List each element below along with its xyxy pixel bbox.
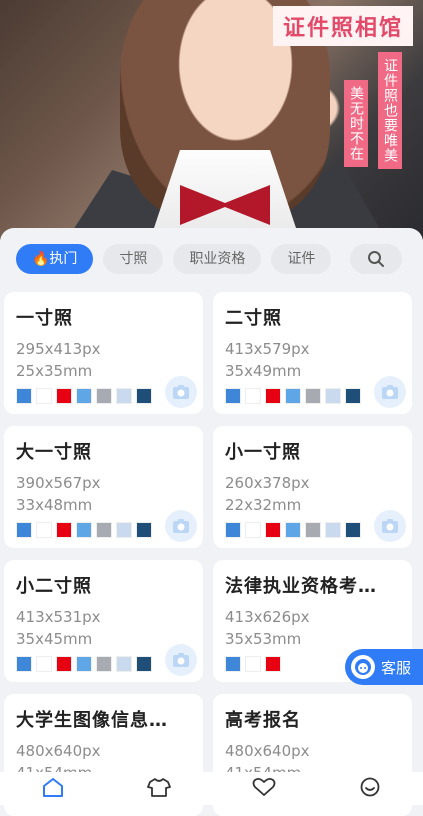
color-swatch[interactable] (265, 656, 281, 672)
spec-mm-size: 35x45mm (16, 630, 93, 648)
color-swatch[interactable] (56, 388, 72, 404)
spec-pixel-size: 413x579px (225, 340, 310, 358)
customer-service-label: 客服 (381, 658, 412, 677)
tshirt-icon (146, 778, 171, 797)
color-swatch[interactable] (136, 522, 152, 538)
smiley-icon (360, 777, 380, 797)
color-swatch[interactable] (305, 388, 321, 404)
spec-mm-size: 35x49mm (225, 362, 302, 380)
spec-pixel-size: 390x567px (16, 474, 101, 492)
spec-pixel-size: 413x531px (16, 608, 101, 626)
color-swatch[interactable] (16, 388, 32, 404)
color-swatch[interactable] (76, 656, 92, 672)
spec-pixel-size: 480x640px (16, 742, 101, 760)
tab-home[interactable] (33, 777, 73, 805)
spec-name: 高考报名 (225, 710, 301, 731)
spec-name: 二寸照 (225, 308, 282, 329)
color-swatch[interactable] (56, 522, 72, 538)
customer-service-button[interactable]: 客服 (345, 649, 423, 685)
color-swatch[interactable] (305, 522, 321, 538)
color-swatch[interactable] (225, 522, 241, 538)
camera-icon (382, 519, 398, 533)
camera-button[interactable] (165, 644, 197, 676)
color-swatch[interactable] (245, 388, 261, 404)
color-swatch[interactable] (96, 388, 112, 404)
hero-tag-right: 证件照也要唯美 (378, 52, 402, 169)
color-swatch[interactable] (245, 522, 261, 538)
tab-favorites[interactable] (244, 777, 284, 805)
spec-card[interactable]: 一寸照 295x413px 25x35mm (4, 292, 203, 414)
camera-icon (173, 653, 189, 667)
tab-profile[interactable] (350, 777, 390, 805)
spec-name: 小二寸照 (16, 576, 92, 597)
tab-certificate[interactable]: 证件 (271, 244, 332, 274)
camera-button[interactable] (165, 510, 197, 542)
color-swatch[interactable] (16, 656, 32, 672)
content-sheet: 🔥执门 寸照 职业资格 证件 一寸照 295x413px 25x35mm 二寸照… (0, 228, 423, 816)
spec-card[interactable]: 二寸照 413x579px 35x49mm (213, 292, 412, 414)
spec-mm-size: 33x48mm (16, 496, 93, 514)
search-icon (368, 251, 384, 267)
color-swatch[interactable] (116, 522, 132, 538)
color-swatch[interactable] (136, 656, 152, 672)
color-swatch[interactable] (96, 522, 112, 538)
color-swatch[interactable] (265, 388, 281, 404)
color-swatch[interactable] (56, 656, 72, 672)
spec-name: 大一寸照 (16, 442, 92, 463)
tab-professional[interactable]: 职业资格 (173, 244, 262, 274)
color-swatch[interactable] (16, 522, 32, 538)
color-swatch[interactable] (265, 522, 281, 538)
color-swatch[interactable] (325, 522, 341, 538)
heart-check-icon (252, 777, 276, 796)
color-swatch[interactable] (76, 388, 92, 404)
spec-card[interactable]: 小一寸照 260x378px 22x32mm (213, 426, 412, 548)
color-swatch[interactable] (245, 656, 261, 672)
color-swatch[interactable] (225, 388, 241, 404)
camera-button[interactable] (374, 376, 406, 408)
color-swatch[interactable] (285, 522, 301, 538)
search-button[interactable] (350, 244, 402, 274)
color-swatch[interactable] (116, 388, 132, 404)
color-swatch[interactable] (325, 388, 341, 404)
color-swatch[interactable] (96, 656, 112, 672)
spec-pixel-size: 295x413px (16, 340, 101, 358)
bottom-tab-bar (0, 772, 423, 805)
camera-button[interactable] (374, 510, 406, 542)
spec-pixel-size: 260x378px (225, 474, 310, 492)
tab-clothes[interactable] (139, 777, 179, 805)
spec-mm-size: 22x32mm (225, 496, 302, 514)
home-icon (42, 778, 63, 797)
hero-banner: 证件照相馆 证件照也要唯美 美无时不在 (0, 0, 423, 240)
service-avatar-icon (351, 655, 375, 679)
camera-icon (173, 519, 189, 533)
spec-grid: 一寸照 295x413px 25x35mm 二寸照 413x579px 35x4… (4, 292, 418, 816)
camera-button[interactable] (165, 376, 197, 408)
hero-title: 证件照相馆 (272, 6, 413, 46)
color-swatch[interactable] (36, 388, 52, 404)
color-swatch[interactable] (36, 656, 52, 672)
tab-hot[interactable]: 🔥执门 (16, 244, 94, 274)
spec-card[interactable]: 小二寸照 413x531px 35x45mm (4, 560, 203, 682)
tab-cunzhao[interactable]: 寸照 (103, 244, 164, 274)
camera-icon (382, 385, 398, 399)
spec-pixel-size: 480x640px (225, 742, 310, 760)
spec-name: 小一寸照 (225, 442, 301, 463)
spec-name: 一寸照 (16, 308, 73, 329)
hero-tag-left: 美无时不在 (344, 80, 368, 167)
color-swatch[interactable] (36, 522, 52, 538)
spec-mm-size: 35x53mm (225, 630, 302, 648)
color-swatch[interactable] (76, 522, 92, 538)
color-swatch[interactable] (116, 656, 132, 672)
camera-icon (173, 385, 189, 399)
color-swatch[interactable] (225, 656, 241, 672)
spec-pixel-size: 413x626px (225, 608, 310, 626)
spec-card[interactable]: 大一寸照 390x567px 33x48mm (4, 426, 203, 548)
spec-name: 法律执业资格考… (225, 576, 377, 597)
spec-mm-size: 25x35mm (16, 362, 93, 380)
spec-name: 大学生图像信息… (16, 710, 168, 731)
color-swatch[interactable] (345, 522, 361, 538)
color-swatch[interactable] (285, 388, 301, 404)
color-swatch[interactable] (136, 388, 152, 404)
color-swatch[interactable] (345, 388, 361, 404)
